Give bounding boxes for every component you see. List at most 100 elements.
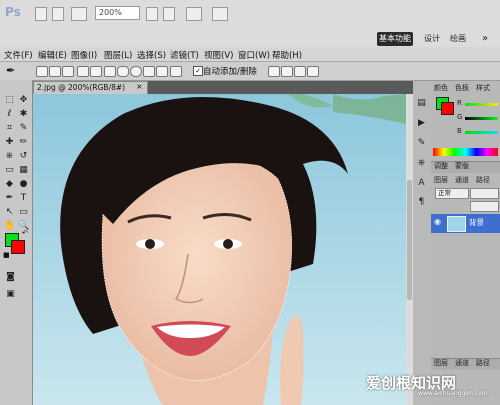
healing-icon[interactable]: ✚: [4, 137, 15, 148]
watermark-url: www.aichuanggen.com: [418, 390, 488, 397]
minibridge-icon[interactable]: [52, 7, 64, 21]
menu-window[interactable]: 窗口(W): [238, 49, 270, 61]
stamp-icon[interactable]: ⎈: [4, 151, 15, 162]
auto-add-delete-checkbox[interactable]: ✓: [193, 66, 203, 76]
view-extras-icon[interactable]: [71, 7, 87, 21]
hand-tool-icon[interactable]: [146, 7, 158, 21]
workspace-more-button[interactable]: »: [477, 32, 493, 46]
canvas-scroll-thumb[interactable]: [407, 180, 412, 300]
red-slider[interactable]: [465, 103, 498, 106]
menu-select[interactable]: 选择(S): [137, 49, 166, 61]
tab-adjustments[interactable]: 调整: [434, 162, 448, 171]
tab-masks[interactable]: 蒙版: [455, 162, 469, 171]
lasso-icon[interactable]: ℓ: [4, 109, 15, 120]
paragraph-panel-icon[interactable]: ¶: [416, 197, 427, 208]
green-slider[interactable]: [465, 117, 498, 120]
blend-mode-select[interactable]: 正常: [435, 188, 469, 199]
blur-icon[interactable]: ◆: [4, 179, 15, 190]
tab-channels[interactable]: 通道: [455, 176, 469, 185]
magic-wand-icon[interactable]: ✱: [18, 109, 29, 120]
quick-mask-icon[interactable]: ◙: [5, 272, 16, 283]
path-combine-add-icon[interactable]: [268, 66, 280, 77]
workspace-basic-button[interactable]: 基本功能: [377, 32, 413, 46]
polygon-icon[interactable]: [143, 66, 155, 77]
pen-icon[interactable]: [77, 66, 89, 77]
character-panel-icon[interactable]: A: [416, 178, 427, 189]
menu-image[interactable]: 图像(I): [71, 49, 97, 61]
workspace-design-button[interactable]: 设计: [420, 32, 444, 46]
menu-edit[interactable]: 编辑(E): [38, 49, 67, 61]
tab-styles[interactable]: 样式: [476, 84, 490, 93]
dodge-icon[interactable]: ●: [18, 179, 29, 190]
layer-name[interactable]: 背景: [469, 217, 484, 228]
rectangle-icon[interactable]: [104, 66, 116, 77]
gradient-icon[interactable]: ▦: [18, 165, 29, 176]
paths-mode-icon[interactable]: [49, 66, 61, 77]
path-select-icon[interactable]: ↖: [4, 207, 15, 218]
channel-label-b: B: [457, 127, 462, 135]
arrange-documents-icon[interactable]: [186, 7, 202, 21]
rounded-rectangle-icon[interactable]: [117, 66, 129, 77]
menu-layer[interactable]: 图层(L): [104, 49, 132, 61]
custom-shape-icon[interactable]: [170, 66, 182, 77]
document-tab[interactable]: 2.jpg @ 200%(RGB/8#): [33, 81, 148, 94]
ellipse-icon[interactable]: [130, 66, 142, 77]
bottom-tab-layers[interactable]: 图层: [434, 359, 448, 368]
layer-visibility-eye-icon[interactable]: ◉: [434, 217, 441, 226]
crop-icon[interactable]: ⌗: [4, 123, 15, 134]
tab-color[interactable]: 颜色: [434, 84, 448, 93]
screen-mode-tool-icon[interactable]: ▣: [5, 289, 16, 300]
swap-colors-icon[interactable]: ↶: [22, 229, 28, 237]
marquee-icon[interactable]: ⬚: [4, 95, 15, 106]
path-combine-subtract-icon[interactable]: [281, 66, 293, 77]
pen-tool-preset-icon[interactable]: ✒: [6, 64, 15, 77]
fill-field[interactable]: [470, 201, 499, 212]
freeform-pen-icon[interactable]: [90, 66, 102, 77]
menu-filter[interactable]: 滤镜(T): [170, 49, 199, 61]
background-color-swatch[interactable]: [11, 240, 25, 254]
zoom-tool-icon[interactable]: [163, 7, 175, 21]
eraser-icon[interactable]: ▭: [4, 165, 15, 176]
auto-add-delete-label: 自动添加/删除: [203, 67, 257, 77]
brush-panel-icon[interactable]: ✎: [416, 138, 427, 149]
default-colors-icon[interactable]: ■: [3, 251, 10, 259]
line-icon[interactable]: [156, 66, 168, 77]
image-canvas[interactable]: [33, 94, 406, 405]
opacity-field[interactable]: [470, 188, 499, 199]
clone-source-icon[interactable]: ⎈: [416, 158, 427, 169]
history-brush-icon[interactable]: ↺: [18, 151, 29, 162]
fill-pixels-icon[interactable]: [62, 66, 74, 77]
move-icon[interactable]: ✥: [18, 95, 29, 106]
tab-layers[interactable]: 图层: [434, 176, 448, 185]
screen-mode-icon[interactable]: [212, 7, 228, 21]
history-panel-icon[interactable]: ▤: [416, 98, 427, 109]
tab-swatches[interactable]: 色板: [455, 84, 469, 93]
menu-view[interactable]: 视图(V): [204, 49, 233, 61]
blue-slider[interactable]: [465, 131, 498, 134]
color-spectrum-ramp[interactable]: [433, 148, 498, 156]
tab-paths[interactable]: 路径: [476, 176, 490, 185]
color-panel-background[interactable]: [441, 102, 454, 115]
brush-icon[interactable]: ✏: [18, 137, 29, 148]
panel-dock: [431, 81, 500, 405]
menu-help[interactable]: 帮助(H): [272, 49, 302, 61]
hand-icon[interactable]: ✋: [4, 221, 15, 232]
portrait-photo: [33, 94, 406, 405]
workspace-painting-button[interactable]: 绘画: [446, 32, 470, 46]
actions-panel-icon[interactable]: ▶: [416, 118, 427, 129]
bottom-tab-paths[interactable]: 路径: [476, 359, 490, 368]
bottom-tab-channels[interactable]: 通道: [455, 359, 469, 368]
bridge-icon[interactable]: [35, 7, 47, 21]
type-icon[interactable]: T: [18, 193, 29, 204]
shape-icon[interactable]: ▭: [18, 207, 29, 218]
menu-file[interactable]: 文件(F): [4, 49, 33, 61]
pen-icon[interactable]: ✒: [4, 193, 15, 204]
shape-layers-icon[interactable]: [36, 66, 48, 77]
path-combine-intersect-icon[interactable]: [294, 66, 306, 77]
document-close-icon[interactable]: ×: [136, 82, 143, 91]
eyedropper-icon[interactable]: ✎: [18, 123, 29, 134]
channel-label-r: R: [457, 99, 462, 107]
zoom-level-field[interactable]: 200%: [95, 6, 140, 20]
path-combine-exclude-icon[interactable]: [307, 66, 319, 77]
photoshop-logo: Ps: [5, 5, 21, 19]
